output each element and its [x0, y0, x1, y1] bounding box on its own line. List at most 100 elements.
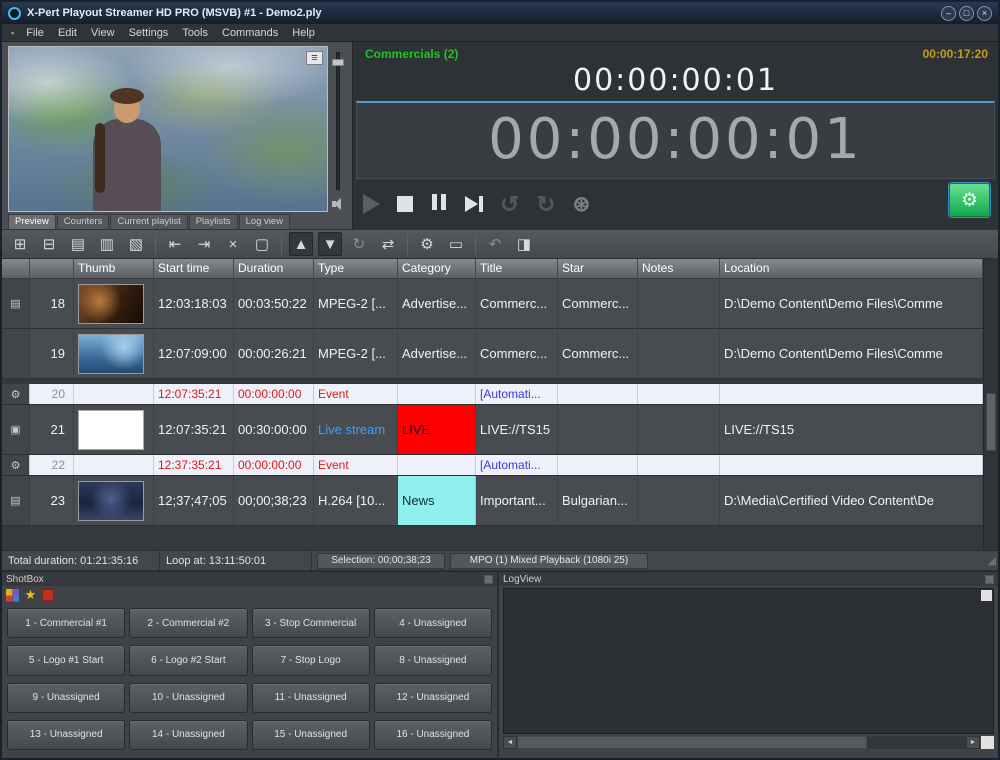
menu-help[interactable]: Help: [285, 26, 322, 40]
col-number[interactable]: [30, 259, 74, 279]
engine-active-button[interactable]: ⚙: [949, 183, 990, 217]
playlist-row-23[interactable]: ▤ 23 12;37;47;05 00;00;38;23 H.264 [10..…: [2, 476, 983, 526]
tab-current-playlist[interactable]: Current playlist: [110, 214, 187, 229]
toolbar-separator: [475, 234, 476, 255]
shotbox-button-10[interactable]: 10 - Unassigned: [129, 683, 247, 713]
shotbox-stop-icon[interactable]: [42, 589, 54, 601]
col-thumb[interactable]: Thumb: [74, 259, 154, 279]
logview-scroll-up-button[interactable]: [981, 590, 992, 601]
play-button[interactable]: [363, 194, 380, 214]
save-playlist-icon[interactable]: ▤: [66, 232, 90, 256]
settings-gear-icon[interactable]: ⚙: [415, 232, 439, 256]
cell-location: D:\Demo Content\Demo Files\Comme: [720, 329, 983, 378]
menu-settings[interactable]: Settings: [122, 26, 176, 40]
tab-log-view[interactable]: Log view: [239, 214, 291, 229]
minimize-button[interactable]: –: [941, 6, 956, 21]
volume-handle[interactable]: [332, 59, 344, 66]
col-duration[interactable]: Duration: [234, 259, 314, 279]
shotbox-button-9[interactable]: 9 - Unassigned: [7, 683, 125, 713]
col-type[interactable]: Type: [314, 259, 398, 279]
close-button[interactable]: ×: [977, 6, 992, 21]
col-location[interactable]: Location: [720, 259, 983, 279]
shotbox-button-7[interactable]: 7 - Stop Logo: [252, 645, 370, 675]
volume-slider[interactable]: [336, 52, 340, 190]
playlist-row-22[interactable]: ⚙ 22 12:37:35:21 00:00:00:00 Event [Auto…: [2, 455, 983, 476]
tab-preview[interactable]: Preview: [8, 214, 56, 229]
move-top-icon[interactable]: ⇤: [163, 232, 187, 256]
menu-tools[interactable]: Tools: [175, 26, 215, 40]
redo-icon[interactable]: ↻: [536, 191, 555, 218]
col-category[interactable]: Category: [398, 259, 476, 279]
maximize-button[interactable]: □: [959, 6, 974, 21]
logview-collapse-button[interactable]: [985, 575, 994, 584]
scroll-left-button[interactable]: ◄: [503, 736, 517, 749]
shotbox-button-6[interactable]: 6 - Logo #2 Start: [129, 645, 247, 675]
shotbox-button-15[interactable]: 15 - Unassigned: [252, 720, 370, 750]
shotbox-button-12[interactable]: 12 - Unassigned: [374, 683, 492, 713]
playlist-row-19[interactable]: 19 12:07:09:00 00:00:26:21 MPEG-2 [... A…: [2, 329, 983, 379]
menu-file[interactable]: File: [19, 26, 51, 40]
pause-button[interactable]: [430, 194, 448, 215]
screen-icon[interactable]: ▭: [444, 232, 468, 256]
shotbox-button-16[interactable]: 16 - Unassigned: [374, 720, 492, 750]
menu-view[interactable]: View: [84, 26, 122, 40]
undo-list-icon[interactable]: ↶: [483, 232, 507, 256]
import-icon[interactable]: ▼: [318, 232, 342, 256]
col-notes[interactable]: Notes: [638, 259, 720, 279]
film-reel-icon[interactable]: ⊛: [573, 192, 591, 217]
undo-icon[interactable]: ↺: [500, 191, 519, 218]
col-start-time[interactable]: Start time: [154, 259, 234, 279]
export-icon[interactable]: ▲: [289, 232, 313, 256]
playlist-row-21[interactable]: ▣ 21 12:07:35:21 00:30:00:00 Live stream…: [2, 405, 983, 455]
shotbox-button-3[interactable]: 3 - Stop Commercial: [252, 608, 370, 638]
shotbox-button-4[interactable]: 4 - Unassigned: [374, 608, 492, 638]
shotbox-collapse-button[interactable]: [484, 575, 493, 584]
cell-title: LIVE://TS15: [476, 405, 558, 454]
cell-start-time: 12;37;47;05: [154, 476, 234, 525]
insert-file-icon[interactable]: ⊟: [37, 232, 61, 256]
shotbox-pages-icon[interactable]: [6, 589, 19, 602]
add-file-icon[interactable]: ⊞: [8, 232, 32, 256]
shotbox-favorites-icon[interactable]: ★: [24, 589, 37, 602]
stop-button[interactable]: [397, 196, 413, 212]
shotbox-button-13[interactable]: 13 - Unassigned: [7, 720, 125, 750]
shotbox-button-11[interactable]: 11 - Unassigned: [252, 683, 370, 713]
append-file-icon[interactable]: ▧: [124, 232, 148, 256]
col-title[interactable]: Title: [476, 259, 558, 279]
delete-row-icon[interactable]: ×: [221, 232, 245, 256]
playlist-scrollbar[interactable]: [983, 259, 998, 550]
cell-category-live: LIVE: [398, 405, 476, 454]
menu-edit[interactable]: Edit: [51, 26, 84, 40]
shotbox-button-8[interactable]: 8 - Unassigned: [374, 645, 492, 675]
cell-title: Important...: [476, 476, 558, 525]
copy-icon[interactable]: ◨: [512, 232, 536, 256]
hscroll-thumb[interactable]: [517, 736, 867, 749]
shotbox-button-5[interactable]: 5 - Logo #1 Start: [7, 645, 125, 675]
playlist-row-18[interactable]: ▤ 18 12:03:18:03 00:03:50:22 MPEG-2 [...…: [2, 279, 983, 329]
hscroll-track[interactable]: [517, 736, 966, 749]
loop-icon[interactable]: ↻: [347, 232, 371, 256]
shotbox-button-14[interactable]: 14 - Unassigned: [129, 720, 247, 750]
save-as-icon[interactable]: ▥: [95, 232, 119, 256]
preview-menu-icon[interactable]: ≡: [306, 51, 323, 65]
shuffle-icon[interactable]: ⇄: [376, 232, 400, 256]
playlist-row-20[interactable]: ⚙ 20 12:07:35:21 00:00:00:00 Event [Auto…: [2, 384, 983, 405]
skip-next-icon: [465, 196, 483, 212]
blank-row-icon[interactable]: ▢: [250, 232, 274, 256]
shotbox-button-1[interactable]: 1 - Commercial #1: [7, 608, 125, 638]
logview-hscrollbar[interactable]: ◄ ►: [503, 736, 994, 749]
col-status[interactable]: [2, 259, 30, 279]
scrollbar-thumb[interactable]: [986, 393, 996, 451]
tab-playlists[interactable]: Playlists: [189, 214, 238, 229]
shotbox-button-2[interactable]: 2 - Commercial #2: [129, 608, 247, 638]
speaker-icon[interactable]: [331, 198, 345, 210]
loop-at-label: Loop at: 13:11:50:01: [160, 551, 312, 570]
menu-commands[interactable]: Commands: [215, 26, 285, 40]
col-star[interactable]: Star: [558, 259, 638, 279]
next-button[interactable]: [465, 196, 483, 212]
scroll-right-button[interactable]: ►: [966, 736, 980, 749]
move-bottom-icon[interactable]: ⇥: [192, 232, 216, 256]
tab-counters[interactable]: Counters: [57, 214, 110, 229]
log-output[interactable]: [503, 588, 994, 734]
resize-grip-icon[interactable]: ◢: [988, 554, 998, 567]
